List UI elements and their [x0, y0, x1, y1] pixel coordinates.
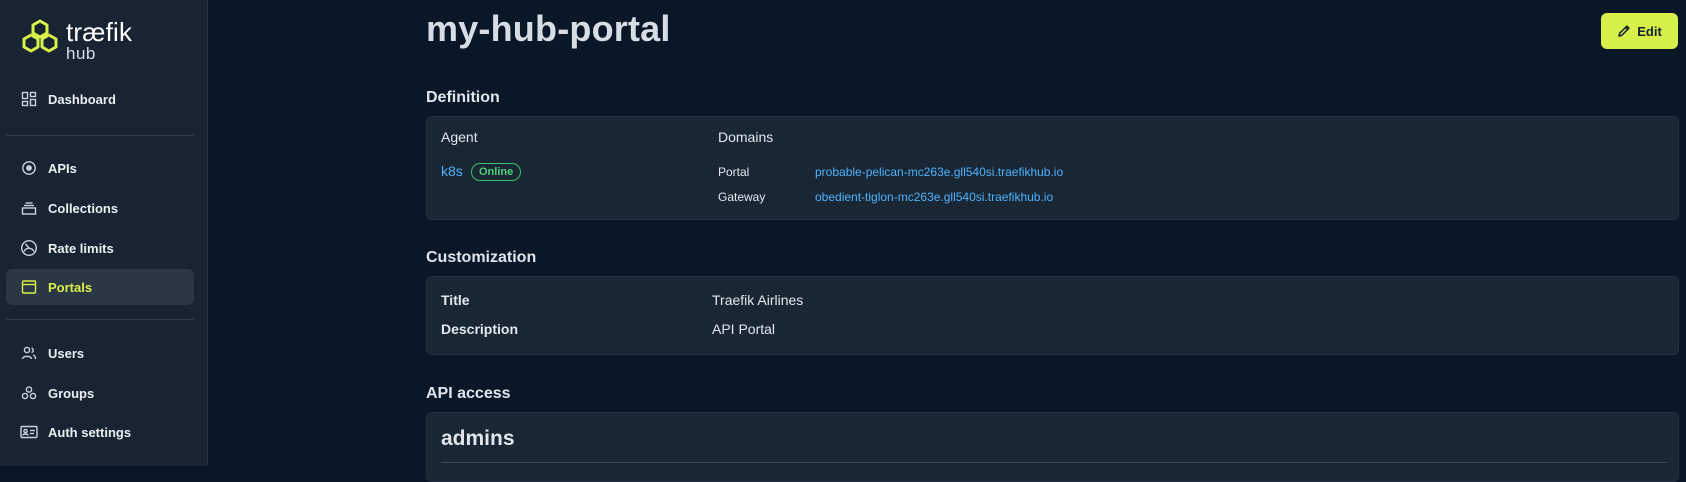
definition-card: Agent Domains k8s Online Portal probable…: [426, 116, 1679, 220]
id-card-icon: [20, 423, 38, 441]
page-title: my-hub-portal: [426, 8, 671, 49]
sidebar-item-label: APIs: [48, 160, 77, 176]
sidebar-item-label: Groups: [48, 385, 95, 401]
group-name-heading: admins: [441, 427, 515, 450]
agent-column-header: Agent: [441, 129, 478, 145]
sidebar-item-label: Dashboard: [48, 91, 116, 107]
sidebar-item-label: Portals: [48, 279, 93, 295]
api-icon: [20, 159, 38, 177]
group-divider: [441, 462, 1667, 463]
sidebar-item-apis[interactable]: APIs: [6, 150, 194, 186]
gateway-domain-link[interactable]: obedient-tiglon-mc263e.gll540si.traefikh…: [815, 190, 1053, 204]
customization-card: Title Traefik Airlines Description API P…: [426, 276, 1679, 355]
portal-domain-label: Portal: [718, 165, 750, 179]
sidebar-item-label: Auth settings: [48, 424, 132, 440]
sidebar-item-users[interactable]: Users: [6, 335, 194, 371]
description-value: API Portal: [712, 321, 776, 337]
title-value: Traefik Airlines: [712, 292, 804, 308]
sidebar-item-dashboard[interactable]: Dashboard: [6, 81, 194, 117]
groups-icon: [20, 384, 38, 402]
brand-name: træfik: [66, 17, 133, 47]
hexagon-logo-icon: [22, 19, 58, 53]
sidebar-divider: [6, 319, 194, 320]
gateway-domain-label: Gateway: [718, 190, 766, 204]
api-access-card: admins: [426, 412, 1679, 482]
domains-column-header: Domains: [718, 129, 774, 145]
users-icon: [20, 344, 38, 362]
sidebar-item-rate-limits[interactable]: Rate limits: [6, 230, 194, 266]
gauge-icon: [20, 239, 38, 257]
sidebar-item-groups[interactable]: Groups: [6, 375, 194, 411]
portal-icon: [20, 278, 38, 296]
dashboard-icon: [20, 90, 38, 108]
traefik-hub-logo[interactable]: træfik hub: [20, 18, 132, 62]
description-label: Description: [441, 321, 519, 337]
api-access-section-title: API access: [426, 385, 511, 402]
sidebar-item-label: Collections: [48, 200, 119, 216]
sidebar-item-label: Users: [48, 345, 85, 361]
sidebar-item-collections[interactable]: Collections: [6, 190, 194, 226]
portal-domain-link[interactable]: probable-pelican-mc263e.gll540si.traefik…: [815, 165, 1063, 179]
sidebar-item-auth-settings[interactable]: Auth settings: [6, 414, 194, 450]
title-label: Title: [441, 292, 470, 308]
customization-section-title: Customization: [426, 249, 537, 266]
agent-link[interactable]: k8s: [441, 163, 463, 179]
status-badge: Online: [471, 163, 522, 181]
sidebar-item-label: Rate limits: [48, 240, 114, 256]
pencil-icon: [1618, 25, 1630, 37]
definition-section-title: Definition: [426, 89, 500, 106]
sidebar-item-portals[interactable]: Portals: [6, 269, 194, 305]
sidebar-divider: [6, 135, 194, 136]
brand-sub: hub: [66, 44, 96, 63]
edit-button[interactable]: Edit: [1601, 13, 1678, 49]
edit-button-label: Edit: [1637, 23, 1662, 39]
sidebar: træfik hub Dashboard APIs Collections Ra…: [0, 0, 208, 466]
collections-icon: [20, 199, 38, 217]
